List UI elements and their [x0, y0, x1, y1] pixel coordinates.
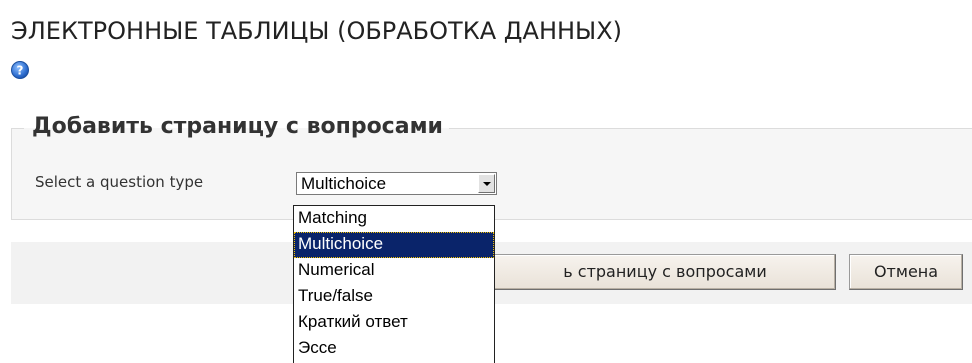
dropdown-option-numerical[interactable]: Numerical [294, 258, 494, 284]
add-question-page-button-label: ь страницу с вопросами [563, 262, 767, 281]
page-title: ЭЛЕКТРОННЫЕ ТАБЛИЦЫ (ОБРАБОТКА ДАННЫХ) [11, 17, 623, 45]
question-type-select-value: Multichoice [301, 174, 387, 193]
chevron-down-icon[interactable] [478, 174, 495, 193]
dropdown-option-short-answer[interactable]: Краткий ответ [294, 310, 494, 336]
dropdown-option-multichoice[interactable]: Multichoice [294, 232, 494, 258]
cancel-button[interactable]: Отмена [849, 254, 963, 290]
help-question-icon-graphic: ? [11, 61, 29, 79]
dropdown-option-true-false[interactable]: True/false [294, 284, 494, 310]
fieldset-legend: Добавить страницу с вопросами [24, 112, 449, 142]
question-type-label: Select a question type [35, 173, 204, 191]
svg-text:?: ? [17, 64, 24, 78]
question-type-select[interactable]: Multichoice [296, 172, 497, 195]
dropdown-option-matching[interactable]: Matching [294, 206, 494, 232]
question-type-dropdown-list[interactable]: Matching Multichoice Numerical True/fals… [293, 205, 495, 363]
help-question-icon[interactable]: ? [11, 61, 29, 79]
dropdown-option-essay[interactable]: Эссе [294, 336, 494, 362]
